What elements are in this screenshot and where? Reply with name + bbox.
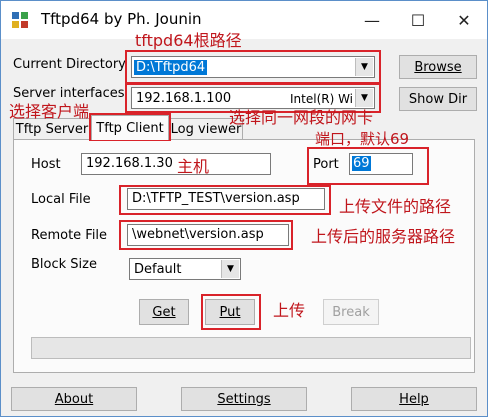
annotation-box-put [201, 294, 261, 330]
window-title: Tftpd64 by Ph. Jounin [41, 10, 202, 28]
tab-tftp-client[interactable]: Tftp Client [91, 115, 169, 140]
title-bar: Tftpd64 by Ph. Jounin — ☐ ✕ [1, 1, 487, 39]
settings-button[interactable]: Settings [181, 387, 307, 411]
annotation-select-client: 选择客户端 [9, 102, 90, 121]
local-file-label: Local File [31, 192, 91, 207]
break-button: Break [323, 299, 379, 325]
browse-button[interactable]: Browse [399, 55, 477, 79]
host-input[interactable]: 192.168.1.30 [81, 153, 271, 175]
get-button[interactable]: Get [139, 299, 189, 325]
about-button[interactable]: About [11, 387, 137, 411]
tftpd64-window: Tftpd64 by Ph. Jounin — ☐ ✕ Current Dire… [0, 0, 488, 417]
maximize-button[interactable]: ☐ [395, 1, 441, 39]
annotation-server-path: 上传后的服务器路径 [311, 227, 456, 246]
annotation-select-nic: 选择同一网段的网卡 [229, 108, 374, 127]
current-directory-label: Current Directory [13, 57, 126, 72]
minimize-button[interactable]: — [349, 1, 395, 39]
annotation-host: 主机 [177, 157, 210, 176]
annotation-box-local-file [119, 185, 331, 215]
block-size-label: Block Size [31, 257, 97, 272]
annotation-box-port [307, 147, 429, 185]
block-size-value: Default [134, 262, 182, 277]
remote-file-label: Remote File [31, 228, 108, 243]
chevron-down-icon[interactable]: ▼ [221, 260, 239, 278]
show-dir-button[interactable]: Show Dir [399, 87, 477, 111]
progress-bar [31, 337, 471, 359]
annotation-upload-file-path: 上传文件的路径 [339, 197, 452, 216]
host-label: Host [31, 157, 61, 172]
annotation-upload: 上传 [273, 301, 306, 320]
close-button[interactable]: ✕ [441, 1, 487, 39]
annotation-box-remote-file [119, 220, 293, 250]
annotation-root-path: tftpd64根路径 [135, 31, 242, 50]
help-button[interactable]: Help [351, 387, 477, 411]
annotation-port-default: 端口，默认69 [315, 130, 410, 148]
tftpd-app-icon [12, 12, 28, 28]
block-size-select[interactable]: Default ▼ [129, 258, 241, 280]
annotation-box-directory [125, 50, 381, 84]
